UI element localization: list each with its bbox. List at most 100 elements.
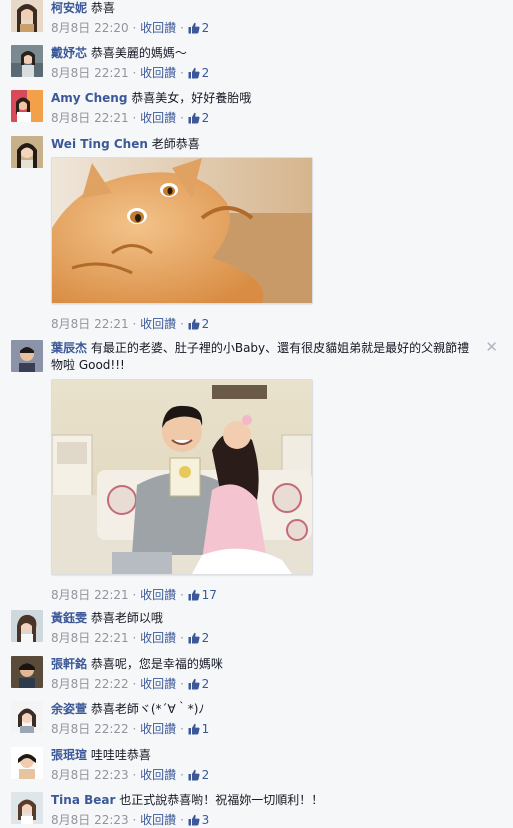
comment-timestamp[interactable]: 8月8日 22:22 xyxy=(51,677,129,691)
separator: · xyxy=(180,317,184,331)
comment-text: 恭喜老師以哦 xyxy=(90,611,163,625)
thumbs-up-icon xyxy=(188,589,200,601)
comment-timestamp[interactable]: 8月8日 22:20 xyxy=(51,21,129,35)
comment-author[interactable]: 張珉瑄 xyxy=(51,748,87,762)
avatar[interactable] xyxy=(11,136,43,168)
like-count[interactable]: 2 xyxy=(188,631,210,645)
comment-meta: 8月8日 22:22 · 收回讚 · 1 xyxy=(51,721,481,737)
like-count-value: 2 xyxy=(201,21,210,35)
like-count[interactable]: 2 xyxy=(188,317,210,331)
comment-timestamp[interactable]: 8月8日 22:23 xyxy=(51,768,129,782)
like-count[interactable]: 2 xyxy=(188,21,210,35)
like-count[interactable]: 2 xyxy=(188,66,210,80)
avatar[interactable] xyxy=(11,0,43,32)
like-count-value: 2 xyxy=(201,111,210,125)
like-count[interactable]: 2 xyxy=(188,111,210,125)
comment-author[interactable]: Wei Ting Chen xyxy=(51,137,148,151)
comment-timestamp[interactable]: 8月8日 22:23 xyxy=(51,813,129,827)
separator: · xyxy=(180,677,184,691)
like-count-value: 2 xyxy=(201,66,210,80)
separator: · xyxy=(132,722,137,736)
close-icon[interactable]: ✕ xyxy=(485,340,498,355)
comment-timestamp[interactable]: 8月8日 22:21 xyxy=(51,111,129,125)
comment-author[interactable]: 戴妤芯 xyxy=(51,46,87,60)
unlike-link[interactable]: 收回讚 xyxy=(140,722,176,736)
comment-meta: 8月8日 22:21 · 收回讚 · 2 xyxy=(51,65,481,81)
unlike-link[interactable]: 收回讚 xyxy=(140,677,176,691)
thumbs-up-icon xyxy=(188,678,200,690)
comment-text: 老師恭喜 xyxy=(151,137,200,151)
like-count-value: 2 xyxy=(201,677,210,691)
unlike-link[interactable]: 收回讚 xyxy=(140,317,176,331)
thumbs-up-icon xyxy=(188,769,200,781)
avatar[interactable] xyxy=(11,747,43,779)
comment-text: 恭喜 xyxy=(90,1,115,15)
unlike-link[interactable]: 收回讚 xyxy=(140,66,176,80)
comment-text: 有最正的老婆、肚子裡的小Baby、還有很皮貓姐弟就是最好的父親節禮物啦 Good… xyxy=(51,341,470,372)
comment-meta: 8月8日 22:22 · 收回讚 · 2 xyxy=(51,676,481,692)
thumbs-up-icon xyxy=(188,22,200,34)
comment-text: 恭喜美女，好好養胎哦 xyxy=(131,91,252,105)
unlike-link[interactable]: 收回讚 xyxy=(140,813,176,827)
separator: · xyxy=(180,21,184,35)
avatar[interactable] xyxy=(11,701,43,733)
comment-timestamp[interactable]: 8月8日 22:21 xyxy=(51,631,129,645)
like-count-value: 3 xyxy=(201,813,210,827)
comment-author[interactable]: 張軒銘 xyxy=(51,657,87,671)
like-count-value: 1 xyxy=(201,722,210,736)
unlike-link[interactable]: 收回讚 xyxy=(140,111,176,125)
avatar[interactable] xyxy=(11,45,43,77)
comment-author[interactable]: 葉辰杰 xyxy=(51,341,87,355)
like-count[interactable]: 1 xyxy=(188,722,210,736)
comment-text: 恭喜美麗的媽媽～ xyxy=(90,46,187,60)
comment-meta: 8月8日 22:21 · 收回讚 · 17 xyxy=(51,587,481,603)
comment-timestamp[interactable]: 8月8日 22:21 xyxy=(51,317,129,331)
separator: · xyxy=(132,768,137,782)
comment-meta: 8月8日 22:21 · 收回讚 · 2 xyxy=(51,316,481,332)
separator: · xyxy=(132,317,137,331)
thumbs-up-icon xyxy=(188,112,200,124)
comment-text: 恭喜呢，您是幸福的媽咪 xyxy=(90,657,223,671)
comment-meta: 8月8日 22:23 · 收回讚 · 2 xyxy=(51,767,481,783)
separator: · xyxy=(132,21,137,35)
separator: · xyxy=(180,768,184,782)
comment-timestamp[interactable]: 8月8日 22:22 xyxy=(51,722,129,736)
like-count[interactable]: 17 xyxy=(188,588,217,602)
avatar[interactable] xyxy=(11,610,43,642)
like-count[interactable]: 3 xyxy=(188,813,210,827)
avatar[interactable] xyxy=(11,792,43,824)
like-count[interactable]: 2 xyxy=(188,768,209,782)
avatar[interactable] xyxy=(11,340,43,372)
comment-meta: 8月8日 22:21 · 收回讚 · 2 xyxy=(51,630,481,646)
comment-author[interactable]: 黃鈺雯 xyxy=(51,611,87,625)
separator: · xyxy=(132,677,137,691)
unlike-link[interactable]: 收回讚 xyxy=(140,631,176,645)
separator: · xyxy=(132,66,137,80)
unlike-link[interactable]: 收回讚 xyxy=(140,21,176,35)
like-count-value: 2 xyxy=(201,317,210,331)
separator: · xyxy=(180,722,184,736)
like-count-value: 17 xyxy=(201,588,217,602)
separator: · xyxy=(180,588,184,602)
comment-author[interactable]: Amy Cheng xyxy=(51,91,127,105)
unlike-link[interactable]: 收回讚 xyxy=(140,768,176,782)
comment-photo-cat[interactable] xyxy=(51,157,313,304)
thumbs-up-icon xyxy=(188,318,200,330)
comment-author[interactable]: Tina Bear xyxy=(51,793,115,807)
comment-author[interactable]: 柯安妮 xyxy=(51,1,87,15)
comment-meta: 8月8日 22:20 · 收回讚 · 2 xyxy=(51,20,481,36)
like-count[interactable]: 2 xyxy=(188,677,210,691)
separator: · xyxy=(132,111,137,125)
comment-photo-couple[interactable] xyxy=(51,379,313,575)
thumbs-up-icon xyxy=(188,814,200,826)
avatar[interactable] xyxy=(11,656,43,688)
comment-author[interactable]: 余姿萱 xyxy=(51,702,87,716)
thumbs-up-icon xyxy=(188,723,200,735)
separator: · xyxy=(180,66,184,80)
comment-meta: 8月8日 22:21 · 收回讚 · 2 xyxy=(51,110,481,126)
unlike-link[interactable]: 收回讚 xyxy=(140,588,176,602)
avatar[interactable] xyxy=(11,90,43,122)
comment-timestamp[interactable]: 8月8日 22:21 xyxy=(51,66,129,80)
comment-timestamp[interactable]: 8月8日 22:21 xyxy=(51,588,129,602)
like-count-value: 2 xyxy=(201,631,210,645)
